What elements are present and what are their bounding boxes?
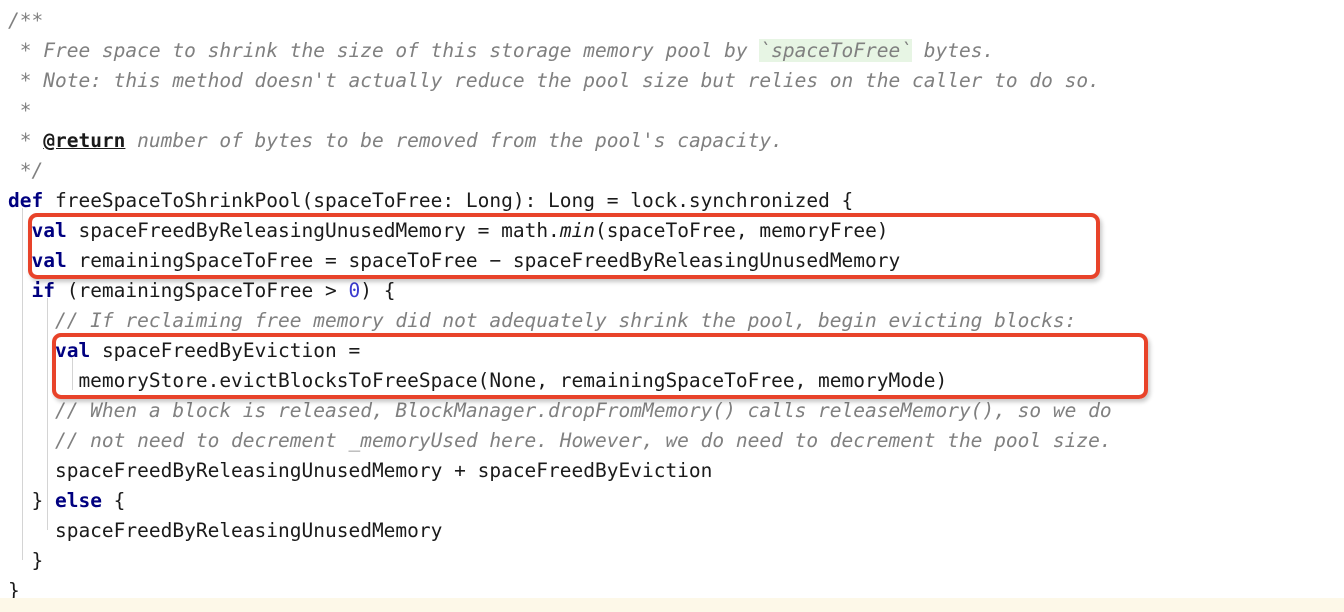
code-line-3[interactable]: * Note: this method doesn't actually red…	[0, 66, 1344, 96]
keyword-def: def	[8, 189, 44, 212]
code-line-9[interactable]: val remainingSpaceToFree = spaceToFree −…	[0, 246, 1344, 276]
code-line-18[interactable]: spaceFreedByReleasingUnusedMemory	[0, 516, 1344, 546]
code-line-2[interactable]: * Free space to shrink the size of this …	[0, 36, 1344, 66]
code-line-10[interactable]: if (remainingSpaceToFree > 0) {	[0, 276, 1344, 306]
doc-text-bytes: bytes.	[912, 39, 995, 62]
code-line-16[interactable]: spaceFreedByReleasingUnusedMemory + spac…	[0, 456, 1344, 486]
code-line-6[interactable]: */	[0, 156, 1344, 186]
doc-comment-open: /**	[8, 9, 44, 32]
method-call-min: min	[559, 219, 596, 242]
doc-text-return-desc: number of bytes to be removed from the p…	[125, 129, 783, 152]
doc-comment-close: */	[8, 159, 44, 182]
number-literal-zero: 0	[348, 279, 361, 302]
brace-open-else: {	[101, 489, 126, 512]
doc-inline-code-spacetofree: `spaceToFree`	[759, 39, 912, 62]
expr-else-return: spaceFreedByReleasingUnusedMemory	[8, 519, 443, 542]
code-line-14[interactable]: // When a block is released, BlockManage…	[0, 396, 1344, 426]
code-line-19[interactable]: }	[0, 546, 1344, 576]
code-line-8[interactable]: val spaceFreedByReleasingUnusedMemory = …	[0, 216, 1344, 246]
code-line-13[interactable]: memoryStore.evictBlocksToFreeSpace(None,…	[0, 366, 1344, 396]
doc-star-prefix: *	[8, 39, 44, 62]
code-line-1[interactable]: /**	[0, 6, 1344, 36]
expr-spacefreedbyreleasingunusedmemory: spaceFreedByReleasingUnusedMemory = math…	[66, 219, 560, 242]
code-line-17[interactable]: } else {	[0, 486, 1344, 516]
keyword-val: val	[31, 249, 67, 272]
code-line-5[interactable]: * @return number of bytes to be removed …	[0, 126, 1344, 156]
expr-min-args: (spaceToFree, memoryFree)	[595, 219, 889, 242]
doc-blank-star: *	[8, 99, 32, 122]
keyword-else: else	[54, 489, 102, 512]
code-line-11[interactable]: // If reclaiming free memory did not ade…	[0, 306, 1344, 336]
code-line-15[interactable]: // not need to decrement _memoryUsed her…	[0, 426, 1344, 456]
doc-tag-return: @return	[43, 129, 126, 152]
brace-close-else: }	[8, 549, 44, 572]
doc-star-prefix: *	[8, 129, 44, 152]
doc-text-free-space: Free space to shrink the size of this st…	[43, 39, 760, 62]
comment-when-block-released: // When a block is released, BlockManage…	[8, 399, 1112, 422]
keyword-val: val	[31, 219, 67, 242]
keyword-if: if	[31, 279, 55, 302]
code-block[interactable]: /** * Free space to shrink the size of t…	[0, 0, 1344, 606]
comment-reclaiming-free-memory: // If reclaiming free memory did not ade…	[8, 309, 1077, 332]
code-line-4[interactable]: *	[0, 96, 1344, 126]
bottom-highlight-strip	[0, 598, 1344, 612]
comment-not-need-decrement: // not need to decrement _memoryUsed her…	[8, 429, 1112, 452]
expr-if-condition: (remainingSpaceToFree >	[54, 279, 349, 302]
code-line-12[interactable]: val spaceFreedByEviction =	[0, 336, 1344, 366]
brace-close-if: }	[8, 489, 55, 512]
expr-evictblockstofreespace-call: memoryStore.evictBlocksToFreeSpace(None,…	[8, 369, 948, 392]
expr-if-close: ) {	[360, 279, 396, 302]
code-editor-view: /** * Free space to shrink the size of t…	[0, 0, 1344, 612]
expr-remainingspacetofree: remainingSpaceToFree = spaceToFree − spa…	[66, 249, 901, 272]
doc-text-note: * Note: this method doesn't actually red…	[8, 69, 1100, 92]
expr-sum-return: spaceFreedByReleasingUnusedMemory + spac…	[8, 459, 713, 482]
method-signature-freespacetoshrinkpool: freeSpaceToShrinkPool(spaceToFree: Long)…	[43, 189, 854, 212]
expr-spacefreedbyeviction: spaceFreedByEviction =	[90, 339, 361, 362]
code-line-7[interactable]: def freeSpaceToShrinkPool(spaceToFree: L…	[0, 186, 1344, 216]
keyword-val: val	[54, 339, 91, 362]
